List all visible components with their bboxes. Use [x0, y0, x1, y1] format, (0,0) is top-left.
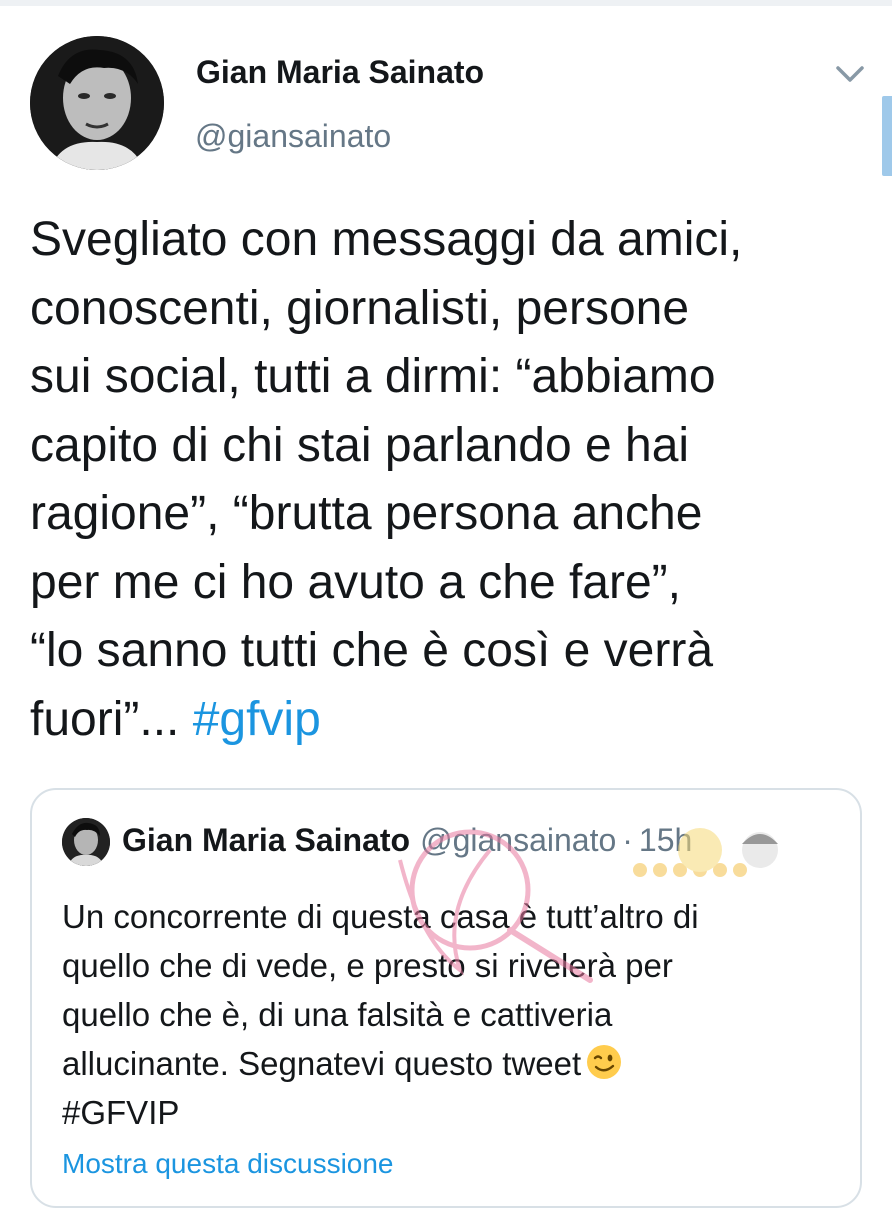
header-separator: · [622, 822, 633, 858]
winking-face-icon [585, 1043, 623, 1081]
quoted-tweet-hashtag[interactable]: #GFVIP [62, 1094, 179, 1131]
quoted-author-handle[interactable]: @giansainato [420, 822, 616, 858]
quoted-author-name[interactable]: Gian Maria Sainato [122, 822, 410, 858]
tweet-body: Svegliato con messaggi da amici, conosce… [30, 213, 743, 746]
tweet-hashtag-link[interactable]: #gfvip [193, 693, 321, 746]
scrollbar[interactable] [882, 96, 892, 176]
author-avatar[interactable] [30, 36, 164, 170]
tweet-text: Svegliato con messaggi da amici, conosce… [30, 206, 880, 754]
chevron-down-icon[interactable] [832, 60, 868, 86]
quoted-author-avatar[interactable] [62, 818, 110, 866]
author-handle[interactable]: @giansainato [195, 118, 391, 155]
quoted-tweet-header: Gian Maria Sainato @giansainato · 15h [122, 822, 692, 859]
author-name[interactable]: Gian Maria Sainato [196, 54, 484, 91]
top-divider [0, 0, 892, 6]
show-thread-link[interactable]: Mostra questa discussione [62, 1148, 394, 1180]
quoted-tweet-card[interactable]: Gian Maria Sainato @giansainato · 15h Un co… [30, 788, 862, 1208]
quoted-tweet-time[interactable]: 15h [639, 822, 692, 858]
tweet-detail: Gian Maria Sainato @giansainato Svegliat… [0, 0, 892, 1208]
quoted-tweet-text: Un concorrente di questa casa è tutt’alt… [62, 892, 842, 1137]
